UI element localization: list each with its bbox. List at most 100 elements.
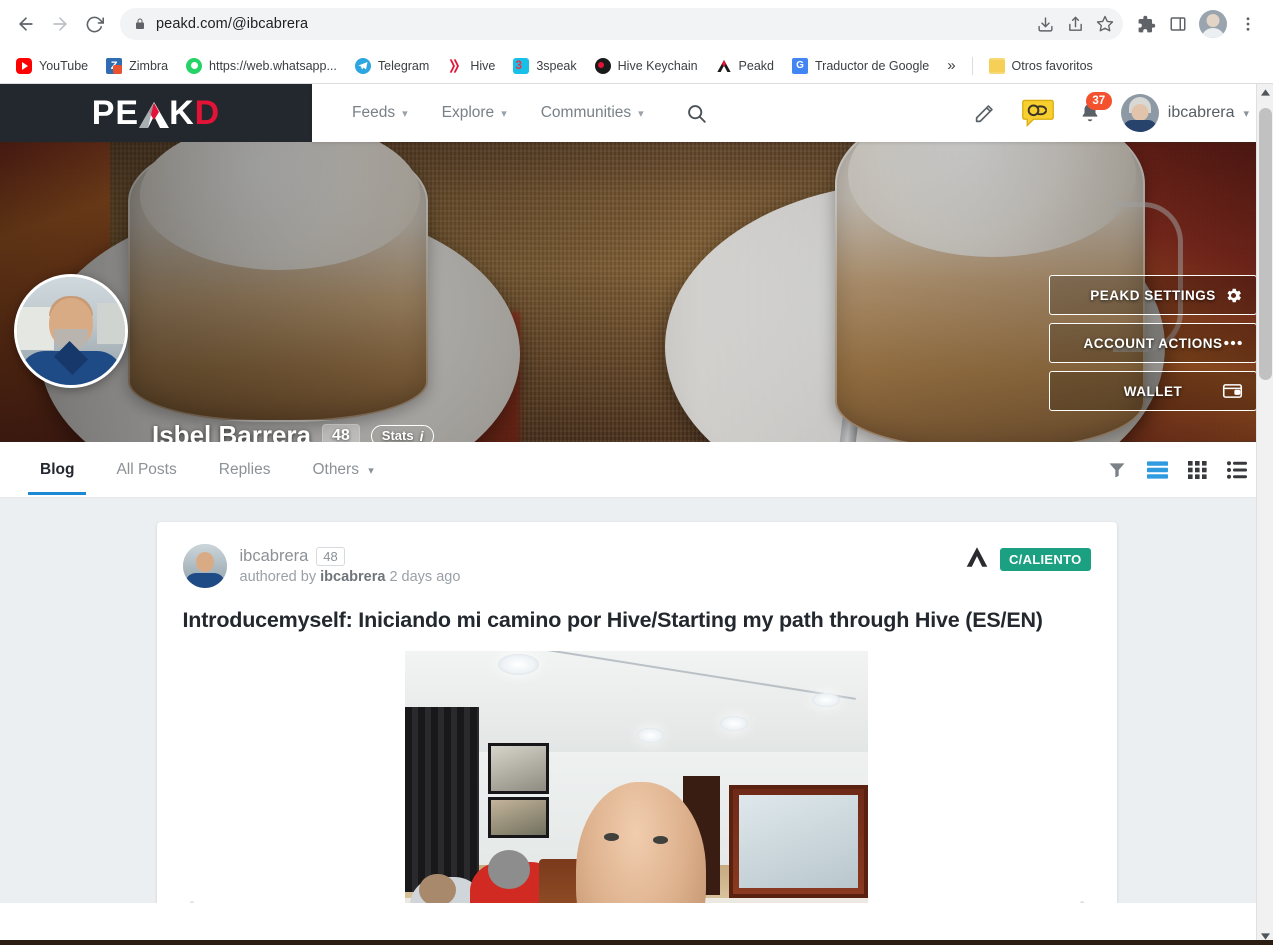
peakd-settings-label: PEAKD SETTINGS	[1090, 287, 1216, 303]
folder-icon	[988, 57, 1005, 74]
scrollbar-thumb[interactable]	[1259, 108, 1272, 380]
profile-actions: PEAKD SETTINGS ACCOUNT ACTIONS WALLET	[1049, 275, 1257, 411]
browser-toolbar: peakd.com/@ibcabrera	[0, 0, 1273, 48]
tab-replies[interactable]: Replies	[207, 444, 283, 495]
chevron-right-icon[interactable]	[1075, 899, 1101, 903]
notification-count-badge: 37	[1085, 92, 1112, 110]
notifications-button[interactable]: 37	[1069, 92, 1112, 132]
list-view-icon[interactable]	[1143, 457, 1172, 483]
peakd-settings-button[interactable]: PEAKD SETTINGS	[1049, 275, 1257, 315]
logo-part-k: K	[169, 93, 195, 132]
3speak-icon	[513, 57, 530, 74]
post-reputation-badge: 48	[316, 547, 345, 566]
bookmark-google-translate[interactable]: G Traductor de Google	[784, 54, 937, 78]
tab-others[interactable]: Others ▾	[300, 444, 385, 495]
bookmark-label: Traductor de Google	[815, 58, 930, 73]
telegram-icon	[354, 57, 371, 74]
bookmark-zimbra[interactable]: Zimbra	[98, 54, 176, 78]
google-translate-icon: G	[792, 57, 808, 74]
bookmarks-bar: YouTube Zimbra https://web.whatsapp... T…	[0, 48, 1273, 84]
chevron-down-icon: ▾	[501, 107, 507, 120]
bookmark-telegram[interactable]: Telegram	[347, 54, 437, 78]
gear-icon	[1224, 286, 1243, 305]
bookmark-label: https://web.whatsapp...	[209, 58, 337, 73]
main-nav: Feeds ▾ Explore ▾ Communities ▾ 37 ibcab…	[312, 84, 1273, 142]
filter-funnel-icon[interactable]	[1103, 456, 1131, 484]
scroll-up-arrow[interactable]	[1257, 84, 1273, 101]
post-card[interactable]: ibcabrera 48 authored by ibcabrera 2 day…	[156, 522, 1117, 903]
chevron-left-icon[interactable]	[173, 899, 199, 903]
side-panel-icon[interactable]	[1163, 8, 1193, 40]
forward-arrow-icon[interactable]	[44, 8, 76, 40]
reload-icon[interactable]	[78, 8, 110, 40]
bookmark-peakd[interactable]: Peakd	[708, 54, 782, 78]
post-author-link[interactable]: ibcabrera	[240, 547, 309, 566]
address-bar[interactable]: peakd.com/@ibcabrera	[120, 8, 1123, 40]
search-icon[interactable]	[674, 95, 719, 132]
nav-label: Communities	[540, 104, 632, 121]
stats-button[interactable]: Stats i	[370, 424, 435, 443]
post-community[interactable]: C/ALIENTO	[964, 544, 1091, 575]
bookmark-other-favorites[interactable]: Otros favoritos	[981, 54, 1101, 78]
authored-by-link[interactable]: ibcabrera	[320, 569, 385, 585]
bookmark-label: Telegram	[377, 58, 430, 73]
bookmark-3speak[interactable]: 3speak	[505, 54, 584, 78]
account-actions-button[interactable]: ACCOUNT ACTIONS	[1049, 323, 1257, 363]
tab-blog[interactable]: Blog	[28, 444, 87, 495]
bookmark-label: Hive Keychain	[617, 58, 698, 73]
chevron-down-icon: ▾	[402, 107, 408, 120]
zimbra-icon	[106, 57, 123, 74]
hive-community-icon	[964, 544, 990, 575]
peakd-logo[interactable]: PE K D	[0, 84, 312, 142]
share-icon[interactable]	[1061, 10, 1089, 38]
logo-part-pe: PE	[91, 93, 140, 132]
logo-mountain-a-icon	[139, 96, 170, 130]
page-scrollbar[interactable]	[1256, 84, 1273, 945]
nav-label: Explore	[441, 104, 495, 121]
info-icon: i	[419, 427, 424, 443]
back-arrow-icon[interactable]	[10, 8, 42, 40]
post-title[interactable]: Introducemyself: Iniciando mi camino por…	[183, 608, 1091, 633]
bookmark-label: Zimbra	[129, 58, 169, 73]
community-tag[interactable]: C/ALIENTO	[999, 548, 1091, 571]
page-title: Isbel Barrera	[152, 420, 311, 442]
site-header: PE K D Feeds ▾ Explore ▾ Communities ▾ 3…	[0, 84, 1273, 142]
nav-item-explore[interactable]: Explore ▾	[428, 96, 521, 130]
bookmark-label: 3speak	[536, 58, 577, 73]
user-menu-button[interactable]: ibcabrera ▾	[1117, 90, 1259, 136]
tab-label: Replies	[218, 461, 271, 478]
puzzle-icon[interactable]	[1131, 8, 1161, 40]
bookmarks-overflow-button[interactable]: »	[939, 53, 963, 78]
bookmark-hive[interactable]: Hive	[439, 54, 503, 78]
wallet-icon	[1222, 382, 1243, 400]
profile-info: Isbel Barrera 48 Stats i 7 · 19	[152, 420, 931, 442]
profile-picture[interactable]	[14, 274, 128, 388]
post-image[interactable]	[405, 651, 868, 903]
chat-bubble-icon[interactable]	[1013, 94, 1063, 132]
post-byline: authored by ibcabrera 2 days ago	[240, 569, 461, 585]
nav-item-communities[interactable]: Communities ▾	[527, 96, 658, 130]
tab-all-posts[interactable]: All Posts	[104, 444, 188, 495]
bookmark-label: Peakd	[738, 58, 774, 73]
peakd-app: PE K D Feeds ▾ Explore ▾ Communities ▾ 3…	[0, 84, 1273, 945]
tab-label: Others	[312, 461, 359, 478]
page-bottom-edge	[0, 940, 1273, 945]
download-icon[interactable]	[1031, 10, 1059, 38]
nav-item-feeds[interactable]: Feeds ▾	[338, 96, 422, 130]
browser-profile-avatar[interactable]	[1199, 10, 1227, 38]
three-dot-menu-icon[interactable]	[1233, 8, 1263, 40]
compact-list-view-icon[interactable]	[1223, 457, 1251, 483]
bookmark-label: Hive	[470, 58, 496, 73]
avatar[interactable]	[182, 544, 227, 588]
hive-icon	[447, 58, 463, 74]
grid-view-icon[interactable]	[1184, 457, 1211, 483]
bookmark-label: YouTube	[39, 58, 89, 73]
bookmark-whatsapp[interactable]: https://web.whatsapp...	[178, 54, 345, 78]
pencil-icon[interactable]	[962, 95, 1007, 132]
bookmark-hive-keychain[interactable]: Hive Keychain	[587, 54, 706, 78]
bookmark-youtube[interactable]: YouTube	[8, 54, 96, 78]
ellipsis-icon	[1223, 339, 1243, 347]
wallet-button[interactable]: WALLET	[1049, 371, 1257, 411]
star-icon[interactable]	[1091, 10, 1119, 38]
lock-icon	[134, 17, 146, 31]
